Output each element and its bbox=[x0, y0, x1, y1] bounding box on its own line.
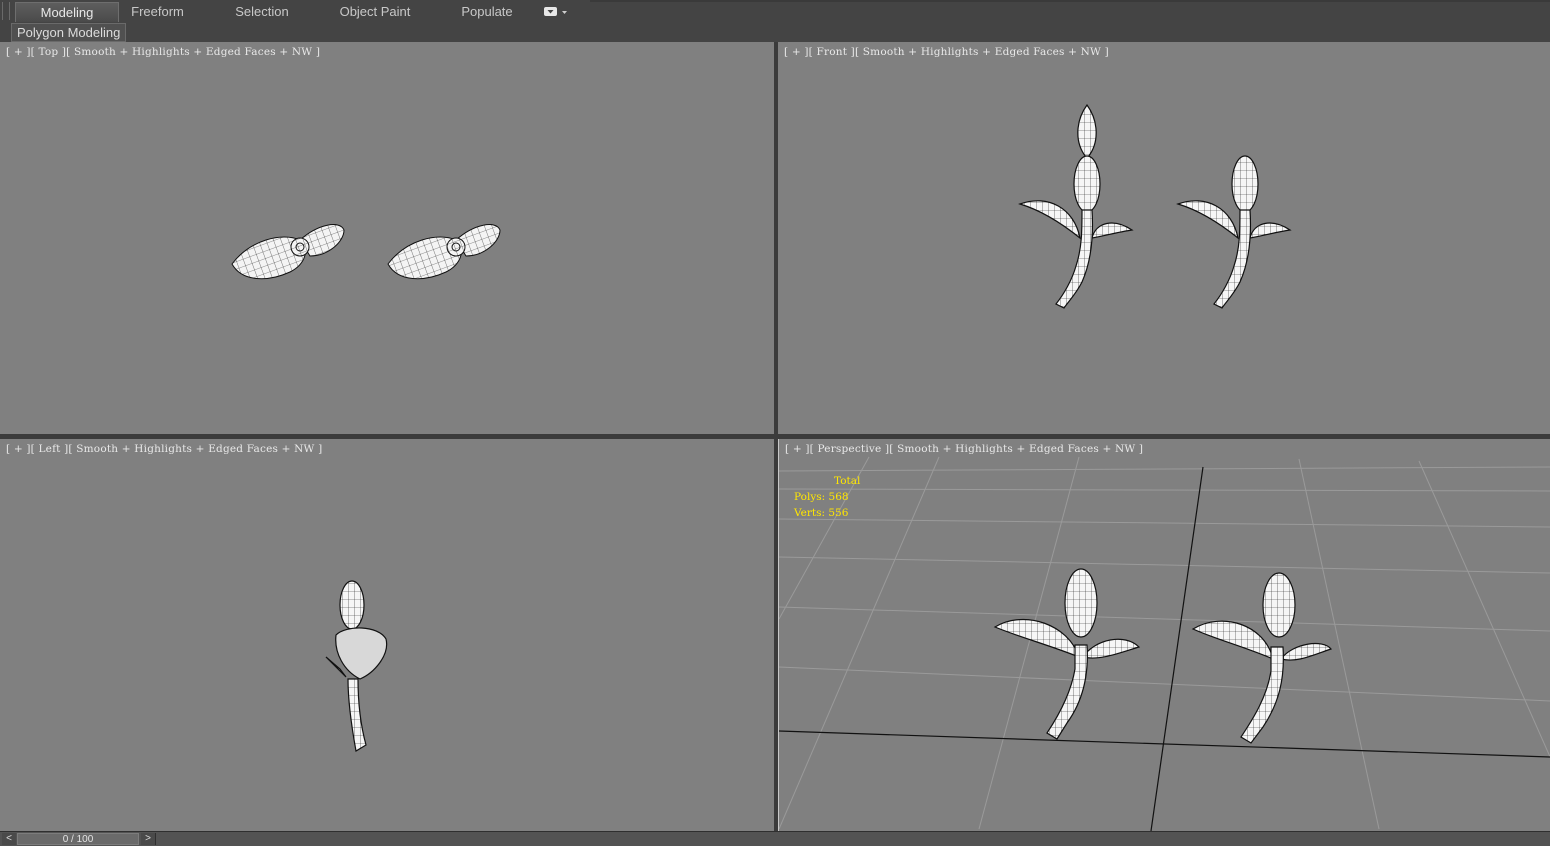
viewport-splitter-horizontal[interactable] bbox=[0, 434, 1550, 439]
ribbon-tab-bar: Modeling Freeform Selection Object Paint… bbox=[0, 0, 1550, 23]
flower-model-top-1[interactable] bbox=[231, 224, 345, 280]
polygon-modeling-panel[interactable]: Polygon Modeling bbox=[11, 23, 127, 42]
ribbon-options-dropdown-icon[interactable] bbox=[543, 5, 569, 19]
tab-freeform[interactable]: Freeform bbox=[120, 2, 195, 21]
tab-object-paint[interactable]: Object Paint bbox=[330, 2, 420, 21]
perspective-axes bbox=[779, 466, 1550, 831]
tab-modeling[interactable]: Modeling bbox=[15, 2, 119, 22]
viewport-front[interactable]: [ + ][ Front ][ Smooth + Highlights + Ed… bbox=[778, 42, 1550, 434]
top-view-canvas bbox=[231, 224, 501, 280]
dropdown-arrow-icon bbox=[544, 7, 567, 16]
perspective-grid bbox=[779, 456, 1550, 830]
viewport-top[interactable]: [ + ][ Top ][ Smooth + Highlights + Edge… bbox=[0, 42, 774, 434]
tab-populate[interactable]: Populate bbox=[452, 2, 522, 21]
stats-polys-label: Polys: bbox=[794, 491, 826, 503]
viewport-perspective[interactable]: [ + ][ Perspective ][ Smooth + Highlight… bbox=[778, 439, 1550, 831]
ribbon-panel-bar: Polygon Modeling bbox=[0, 22, 1550, 42]
stats-polys-value: 568 bbox=[828, 491, 849, 503]
ribbon-grip-handle[interactable] bbox=[2, 2, 10, 20]
stats-polys: Polys: 568 bbox=[794, 489, 860, 505]
front-view-canvas bbox=[1018, 103, 1292, 309]
timeline-prev-button[interactable]: < bbox=[2, 833, 16, 845]
left-view-canvas bbox=[325, 580, 388, 752]
flower-model-front-2[interactable] bbox=[1176, 155, 1292, 309]
stats-verts-value: 556 bbox=[828, 507, 849, 519]
ribbon-divider bbox=[590, 0, 1550, 2]
flower-model-persp-1[interactable] bbox=[993, 568, 1141, 740]
stats-verts: Verts: 556 bbox=[794, 505, 860, 521]
stats-verts-label: Verts: bbox=[794, 507, 825, 519]
tab-selection[interactable]: Selection bbox=[222, 2, 302, 21]
timeline-next-button[interactable]: > bbox=[141, 833, 156, 845]
time-slider[interactable]: 0 / 100 bbox=[17, 833, 139, 845]
flower-model-persp-2[interactable] bbox=[1191, 572, 1333, 744]
viewport-left[interactable]: [ + ][ Left ][ Smooth + Highlights + Edg… bbox=[0, 439, 774, 831]
stats-title: Total bbox=[834, 475, 861, 487]
scene-statistics: Total Polys: 568 Verts: 556 bbox=[794, 473, 860, 521]
flower-model-left[interactable] bbox=[325, 580, 388, 752]
perspective-view-canvas bbox=[779, 456, 1550, 831]
flower-model-top-2[interactable] bbox=[387, 224, 501, 280]
timeline-bar: < 0 / 100 > bbox=[0, 831, 1550, 846]
flower-model-front-1[interactable] bbox=[1018, 103, 1134, 309]
